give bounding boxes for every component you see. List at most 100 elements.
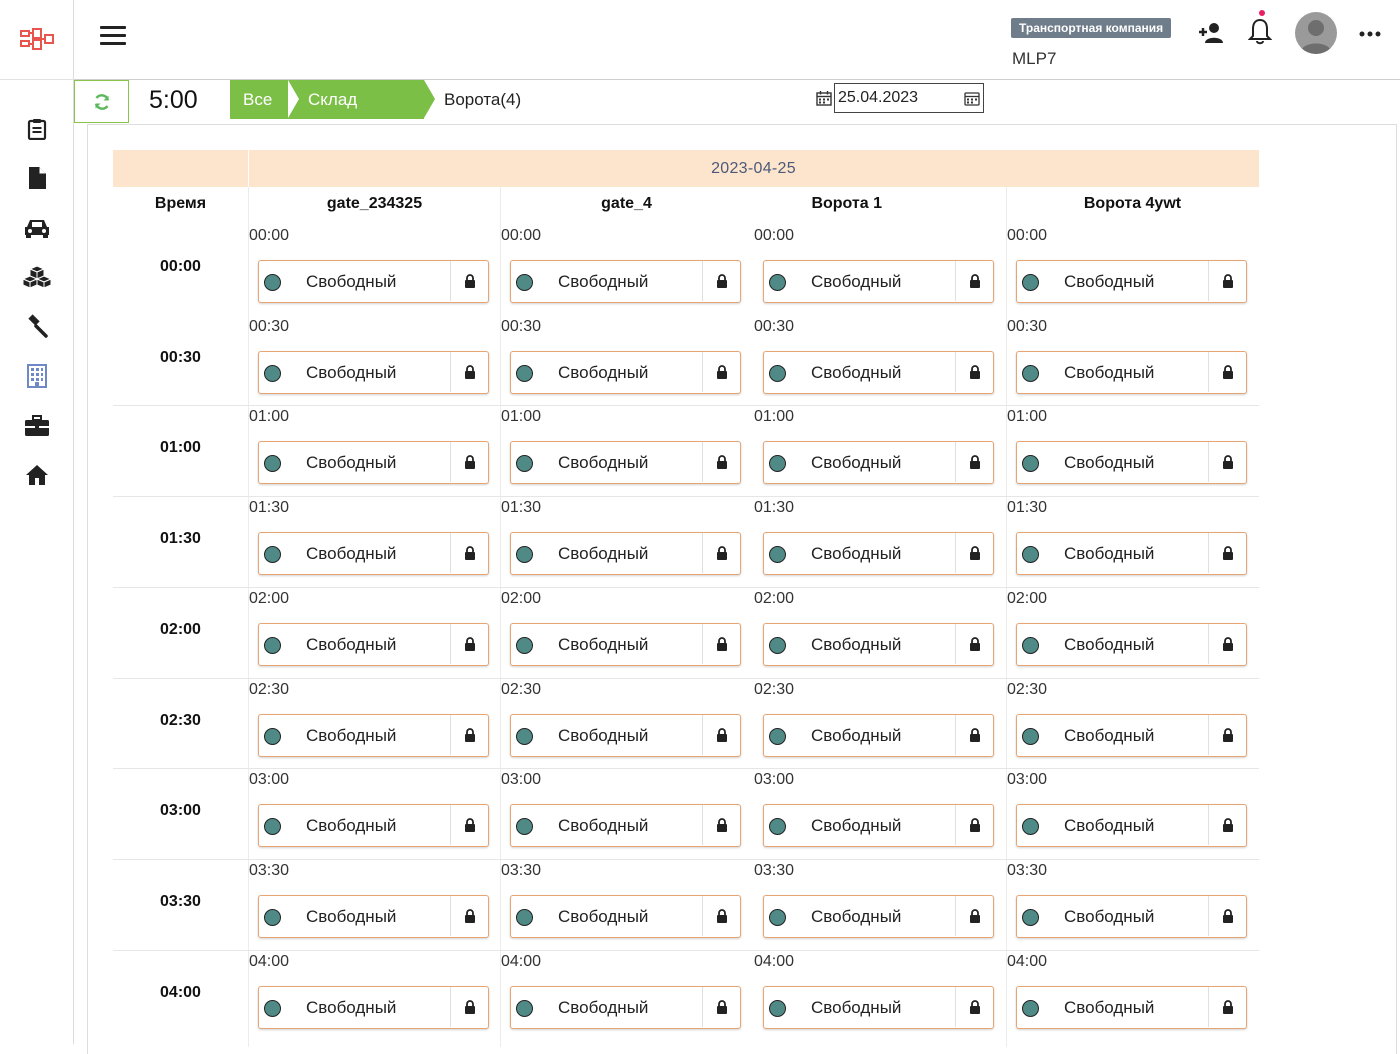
time-slot[interactable]: Свободный	[763, 894, 994, 938]
sidebar-item-home[interactable]	[0, 451, 74, 501]
time-slot[interactable]: Свободный	[258, 804, 489, 848]
sidebar-item-vehicles[interactable]	[0, 203, 74, 253]
time-slot[interactable]: Свободный	[510, 713, 741, 757]
row-time-label: 02:00	[160, 620, 201, 638]
lock-button[interactable]	[1208, 895, 1246, 936]
lock-button[interactable]	[955, 805, 993, 846]
time-slot[interactable]: Свободный	[763, 350, 994, 394]
lock-button[interactable]	[955, 351, 993, 392]
lock-button[interactable]	[450, 533, 488, 574]
lock-button[interactable]	[450, 805, 488, 846]
time-slot[interactable]: Свободный	[1016, 441, 1247, 485]
lock-button[interactable]	[955, 623, 993, 664]
lock-button[interactable]	[702, 623, 740, 664]
time-slot[interactable]: Свободный	[258, 985, 489, 1029]
lock-button[interactable]	[1208, 442, 1246, 483]
breadcrumb-all[interactable]: Все	[230, 80, 288, 119]
time-slot[interactable]: Свободный	[763, 532, 994, 576]
menu-toggle-icon[interactable]	[100, 26, 126, 46]
lock-button[interactable]	[955, 895, 993, 936]
status-dot	[264, 455, 281, 473]
sidebar-item-auctions[interactable]	[0, 302, 74, 352]
lock-button[interactable]	[955, 533, 993, 574]
add-user-button[interactable]	[1196, 20, 1226, 46]
lock-button[interactable]	[955, 261, 993, 301]
lock-button[interactable]	[450, 442, 488, 483]
time-slot[interactable]: Свободный	[258, 713, 489, 757]
time-slot[interactable]: Свободный	[763, 713, 994, 757]
lock-button[interactable]	[450, 261, 488, 301]
time-slot[interactable]: Свободный	[1016, 260, 1247, 303]
lock-button[interactable]	[1208, 805, 1246, 846]
calendar-picker-icon[interactable]	[964, 91, 980, 106]
time-slot[interactable]: Свободный	[1016, 713, 1247, 757]
time-slot[interactable]: Свободный	[763, 441, 994, 485]
lock-button[interactable]	[1208, 533, 1246, 574]
time-slot[interactable]: Свободный	[763, 260, 994, 303]
time-slot[interactable]: Свободный	[1016, 985, 1247, 1029]
column-divider	[248, 187, 249, 1047]
time-slot[interactable]: Свободный	[258, 441, 489, 485]
lock-button[interactable]	[1208, 986, 1246, 1027]
lock-button[interactable]	[1208, 714, 1246, 755]
lock-button[interactable]	[450, 623, 488, 664]
lock-button[interactable]	[450, 714, 488, 755]
time-slot[interactable]: Свободный	[1016, 804, 1247, 848]
lock-button[interactable]	[1208, 261, 1246, 301]
time-slot[interactable]: Свободный	[1016, 894, 1247, 938]
calendar-icon[interactable]	[816, 90, 832, 106]
time-slot[interactable]: Свободный	[510, 985, 741, 1029]
lock-button[interactable]	[955, 986, 993, 1027]
time-slot[interactable]: Свободный	[1016, 532, 1247, 576]
breadcrumb-gates[interactable]: Ворота(4)	[424, 80, 521, 119]
avatar[interactable]	[1295, 12, 1337, 54]
time-slot[interactable]: Свободный	[510, 804, 741, 848]
lock-button[interactable]	[450, 895, 488, 936]
refresh-button[interactable]	[74, 80, 129, 123]
sidebar-item-buildings[interactable]	[0, 352, 74, 402]
time-slot[interactable]: Свободный	[763, 985, 994, 1029]
lock-button[interactable]	[1208, 623, 1246, 664]
breadcrumb-warehouse[interactable]: Склад	[288, 80, 435, 119]
lock-button[interactable]	[450, 351, 488, 392]
time-slot[interactable]: Свободный	[510, 441, 741, 485]
lock-button[interactable]	[1208, 351, 1246, 392]
time-slot[interactable]: Свободный	[258, 350, 489, 394]
company-badge: Транспортная компания	[1011, 18, 1172, 38]
time-slot[interactable]: Свободный	[258, 260, 489, 303]
time-slot[interactable]: Свободный	[258, 622, 489, 666]
sidebar-item-cargo[interactable]	[0, 253, 74, 303]
app-logo[interactable]	[0, 0, 74, 80]
time-slot[interactable]: Свободный	[763, 804, 994, 848]
time-slot[interactable]: Свободный	[510, 260, 741, 303]
lock-icon	[1222, 636, 1233, 651]
lock-button[interactable]	[702, 261, 740, 301]
lock-button[interactable]	[702, 805, 740, 846]
time-slot[interactable]: Свободный	[763, 622, 994, 666]
time-slot[interactable]: Свободный	[510, 532, 741, 576]
lock-button[interactable]	[702, 442, 740, 483]
time-slot[interactable]: Свободный	[1016, 350, 1247, 394]
lock-button[interactable]	[450, 986, 488, 1027]
lock-button[interactable]	[702, 895, 740, 936]
time-slot[interactable]: Свободный	[510, 894, 741, 938]
lock-button[interactable]	[955, 714, 993, 755]
notifications-button[interactable]	[1245, 8, 1275, 46]
lock-button[interactable]	[702, 533, 740, 574]
sidebar-item-orders[interactable]	[0, 104, 74, 154]
lock-button[interactable]	[702, 986, 740, 1027]
more-options-button[interactable]	[1358, 24, 1382, 44]
lock-button[interactable]	[702, 351, 740, 392]
time-slot[interactable]: Свободный	[510, 622, 741, 666]
lock-icon	[1222, 546, 1233, 561]
time-slot[interactable]: Свободный	[258, 532, 489, 576]
time-slot[interactable]: Свободный	[1016, 622, 1247, 666]
slot-time: 00:00	[249, 227, 290, 244]
sidebar-item-documents[interactable]	[0, 154, 74, 204]
time-slot[interactable]: Свободный	[510, 350, 741, 394]
lock-button[interactable]	[955, 442, 993, 483]
date-input[interactable]: 25.04.2023	[834, 83, 984, 113]
lock-button[interactable]	[702, 714, 740, 755]
sidebar-item-jobs[interactable]	[0, 401, 74, 451]
time-slot[interactable]: Свободный	[258, 894, 489, 938]
